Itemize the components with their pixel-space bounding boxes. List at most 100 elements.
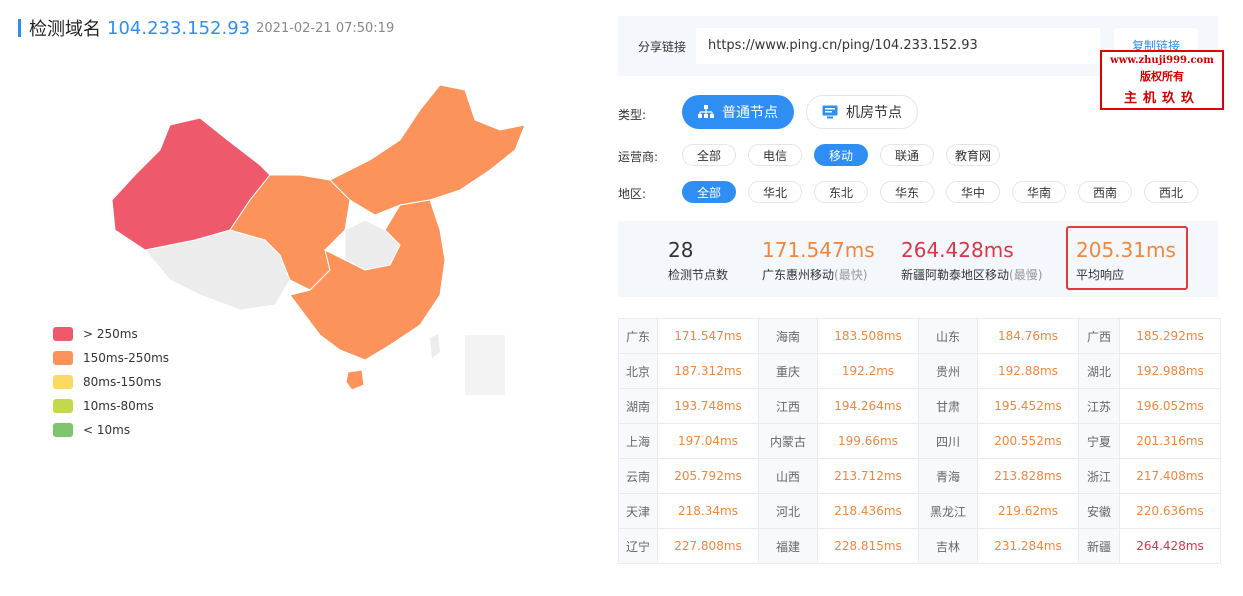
province-cell: 山西 (758, 458, 818, 494)
stat-slowest-value: 264.428ms (901, 238, 1014, 262)
table-row: 辽宁 227.808ms 福建 228.815ms 吉林 231.284ms 新疆 264.4… (618, 528, 1221, 564)
region-northwest[interactable]: 西北 (1144, 181, 1198, 203)
stat-fastest-value: 171.547ms (762, 238, 875, 262)
legend-swatch (53, 327, 73, 341)
province-cell: 吉林 (918, 528, 978, 564)
stat-node-count: 28 检测节点数 (668, 238, 728, 283)
province-cell: 黑龙江 (918, 493, 978, 529)
latency-cell: 196.052ms (1119, 388, 1221, 424)
province-cell: 重庆 (758, 353, 818, 389)
map-legend: > 250ms 150ms-250ms 80ms-150ms 10ms-80ms… (53, 322, 169, 442)
latency-cell: 192.88ms (977, 353, 1079, 389)
stat-fastest-tag: (最快) (834, 268, 868, 282)
isp-telecom[interactable]: 电信 (748, 144, 802, 166)
watermark-site: www.zhuji999.com (1110, 55, 1214, 66)
province-cell: 安徽 (1078, 493, 1120, 529)
latency-cell: 192.2ms (817, 353, 919, 389)
province-cell: 湖北 (1078, 353, 1120, 389)
legend-swatch (53, 351, 73, 365)
legend-item: 80ms-150ms (53, 370, 169, 394)
latency-cell: 195.452ms (977, 388, 1079, 424)
type-normal-node-label: 普通节点 (722, 105, 778, 121)
province-cell: 青海 (918, 458, 978, 494)
average-highlight-box (1066, 226, 1188, 290)
stat-node-count-label: 检测节点数 (668, 268, 729, 282)
latency-cell: 193.748ms (657, 388, 759, 424)
latency-cell: 217.408ms (1119, 458, 1221, 494)
province-cell: 上海 (618, 423, 658, 459)
region-northeast[interactable]: 东北 (814, 181, 868, 203)
province-cell: 湖南 (618, 388, 658, 424)
legend-label: 10ms-80ms (83, 399, 154, 413)
legend-swatch (53, 375, 73, 389)
type-normal-node-button[interactable]: 普通节点 (682, 95, 794, 129)
latency-cell: 201.316ms (1119, 423, 1221, 459)
latency-cell: 184.76ms (977, 318, 1079, 354)
map-region-north (329, 84, 526, 216)
latency-cell: 171.547ms (657, 318, 759, 354)
watermark-brand: 主机玖玖 (1123, 91, 1200, 106)
province-cell: 江西 (758, 388, 818, 424)
table-row: 湖南 193.748ms 江西 194.264ms 甘肃 195.452ms 江苏 196.0… (618, 388, 1221, 424)
legend-label: > 250ms (83, 327, 138, 341)
province-cell: 海南 (758, 318, 818, 354)
monitor-icon (822, 105, 838, 119)
latency-cell: 205.792ms (657, 458, 759, 494)
province-cell: 福建 (758, 528, 818, 564)
watermark-copyright: 版权所有 (1140, 70, 1184, 83)
share-label: 分享链接 (638, 40, 687, 54)
latency-cell: 218.34ms (657, 493, 759, 529)
province-cell: 甘肃 (918, 388, 978, 424)
legend-swatch (53, 399, 73, 413)
latency-cell: 185.292ms (1119, 318, 1221, 354)
latency-cell: 231.284ms (977, 528, 1079, 564)
latency-cell: 218.436ms (817, 493, 919, 529)
title-label: 检测域名 (29, 19, 101, 40)
latency-cell: 227.808ms (657, 528, 759, 564)
page-title: 检测域名 104.233.152.93 2021-02-21 07:50:19 (18, 18, 395, 40)
type-datacenter-node-button[interactable]: 机房节点 (806, 95, 918, 129)
table-row: 上海 197.04ms 内蒙古 199.66ms 四川 200.552ms 宁夏 201.31… (618, 423, 1221, 459)
isp-mobile[interactable]: 移动 (814, 144, 868, 166)
isp-unicom[interactable]: 联通 (880, 144, 934, 166)
latency-cell: 213.828ms (977, 458, 1079, 494)
stat-slowest-label: 新疆阿勒泰地区移动(最慢) (901, 266, 1042, 283)
region-south-china[interactable]: 华南 (1012, 181, 1066, 203)
region-southwest[interactable]: 西南 (1078, 181, 1132, 203)
latency-cell: 228.815ms (817, 528, 919, 564)
province-cell: 四川 (918, 423, 978, 459)
stat-slowest-node: 新疆阿勒泰地区移动 (901, 268, 1010, 282)
province-cell: 河北 (758, 493, 818, 529)
legend-item: 10ms-80ms (53, 394, 169, 418)
isp-all[interactable]: 全部 (682, 144, 736, 166)
network-node-icon (698, 105, 714, 118)
share-url-field[interactable]: https://www.ping.cn/ping/104.233.152.93 (696, 28, 1100, 64)
type-datacenter-node-label: 机房节点 (846, 105, 902, 121)
province-cell: 内蒙古 (758, 423, 818, 459)
province-cell: 新疆 (1078, 528, 1120, 564)
region-central-china[interactable]: 华中 (946, 181, 1000, 203)
type-label: 类型: (618, 108, 647, 122)
region-all[interactable]: 全部 (682, 181, 736, 203)
legend-label: 80ms-150ms (83, 375, 162, 389)
legend-item: > 250ms (53, 322, 169, 346)
province-cell: 北京 (618, 353, 658, 389)
table-row: 云南 205.792ms 山西 213.712ms 青海 213.828ms 浙江 217.4… (618, 458, 1221, 494)
legend-item: < 10ms (53, 418, 169, 442)
legend-item: 150ms-250ms (53, 346, 169, 370)
isp-education[interactable]: 教育网 (946, 144, 1000, 166)
stat-slowest: 264.428ms 新疆阿勒泰地区移动(最慢) (901, 238, 1042, 283)
latency-cell: 199.66ms (817, 423, 919, 459)
province-cell: 广西 (1078, 318, 1120, 354)
region-east-china[interactable]: 华东 (880, 181, 934, 203)
test-time: 2021-02-21 07:50:19 (256, 20, 395, 36)
region-north-china[interactable]: 华北 (748, 181, 802, 203)
isp-label: 运营商: (618, 150, 659, 164)
stat-node-count-value: 28 (668, 238, 694, 262)
stat-slowest-tag: (最慢) (1009, 268, 1043, 282)
province-cell: 广东 (618, 318, 658, 354)
latency-cell: 192.988ms (1119, 353, 1221, 389)
watermark-stamp: www.zhuji999.com 版权所有 主机玖玖 (1100, 50, 1224, 110)
region-label: 地区: (618, 187, 647, 201)
latency-cell: 219.62ms (977, 493, 1079, 529)
